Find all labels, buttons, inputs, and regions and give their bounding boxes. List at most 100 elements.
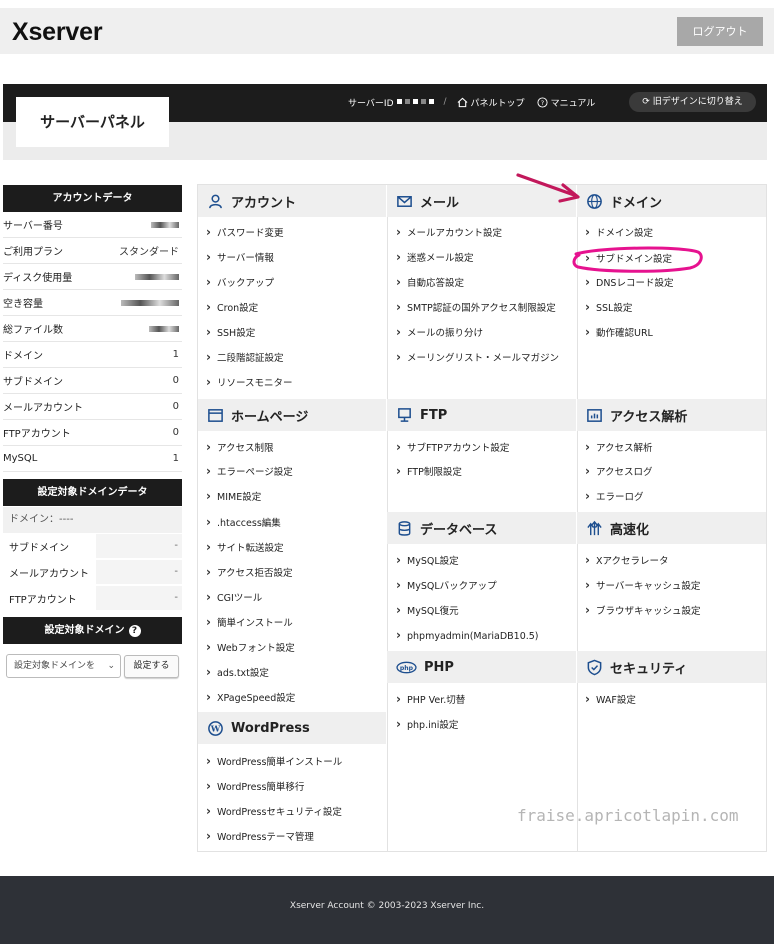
menu-item-two-factor[interactable]: 二段階認証設定 [206,350,284,364]
menu-item-spam[interactable]: 迷惑メール設定 [396,250,474,264]
menu-item-wp-easy-install[interactable]: WordPress簡単インストール [206,754,342,768]
section-access-analysis: アクセス解析 [577,399,766,431]
menu-item-htaccess[interactable]: .htaccess編集 [206,515,281,529]
menu-item-access-deny[interactable]: アクセス拒否設定 [206,565,293,579]
manual-link[interactable]: ? マニュアル [537,96,596,109]
menu-item-check-url[interactable]: 動作確認URL [585,325,653,339]
menu-item-dns-record[interactable]: DNSレコード設定 [585,275,673,289]
menu-item-wp-security[interactable]: WordPressセキュリティ設定 [206,804,342,818]
menu-item-ssl[interactable]: SSL設定 [585,300,632,314]
menu-item-ftp-restriction[interactable]: FTP制限設定 [396,464,462,478]
monitor-icon [398,407,411,422]
xserver-logo[interactable]: Xserver [12,18,103,47]
domain-row-ftp-account: FTPアカウント - [3,585,182,611]
target-domain-select[interactable]: 設定対象ドメインを ⌄ [6,654,121,678]
menu-item-site-redirect[interactable]: サイト転送設定 [206,540,284,554]
menu-item-mail-account[interactable]: メールアカウント設定 [396,225,502,239]
svg-text:W: W [210,724,221,734]
menu-item-x-accelerator[interactable]: Xアクセラレータ [585,553,669,567]
redacted-value [149,325,179,332]
menu-item-backup[interactable]: バックアップ [206,275,274,289]
section-security: セキュリティ [577,651,766,683]
redacted-value [135,273,179,280]
domain-row-subdomain: サブドメイン - [3,533,182,559]
menu-item-error-log[interactable]: エラーログ [585,489,644,503]
menu-item-browser-cache[interactable]: ブラウザキャッシュ設定 [585,603,701,617]
refresh-icon: ⟳ [642,97,653,107]
section-account: アカウント [198,185,386,217]
logout-button[interactable]: ログアウト [677,17,763,46]
menu-item-ads-txt[interactable]: ads.txt設定 [206,665,269,679]
panel-nav: サーバーID / パネルトップ ? マニュアル [348,95,595,109]
menu-item-server-info[interactable]: サーバー情報 [206,250,274,264]
chevron-down-icon: ⌄ [107,661,115,671]
menu-item-cron[interactable]: Cron設定 [206,300,258,314]
svg-text:php: php [400,664,414,671]
server-id-label: サーバーID [348,98,394,109]
account-row-server-number: サーバー番号 [3,212,182,238]
watermark: fraise.apricotlapin.com [517,806,739,825]
browser-window-icon [208,408,223,422]
panel-title: サーバーパネル [16,97,169,147]
menu-item-access-analysis[interactable]: アクセス解析 [585,440,653,454]
menu-item-mail-filter[interactable]: メールの振り分け [396,325,483,339]
menu-item-phpmyadmin[interactable]: phpmyadmin(MariaDB10.5) [396,628,539,642]
account-row-disk-usage: ディスク使用量 [3,264,182,290]
bar-chart-icon [587,408,602,422]
menu-item-php-ini[interactable]: php.ini設定 [396,717,458,731]
globe-icon [587,193,602,209]
svg-text:?: ? [540,98,543,106]
menu-item-wp-theme[interactable]: WordPressテーマ管理 [206,829,314,843]
menu-item-sub-ftp[interactable]: サブFTPアカウント設定 [396,440,509,454]
menu-item-mysql-restore[interactable]: MySQL復元 [396,603,459,617]
server-id-mask [394,97,434,107]
footer: Xserver Account © 2003-2023 Xserver Inc. [0,876,774,944]
section-speed: 高速化 [577,512,766,544]
account-row-file-count: 総ファイル数 [3,316,182,342]
menu-item-wp-migration[interactable]: WordPress簡単移行 [206,779,304,793]
wordpress-icon: W [208,720,223,736]
menu-item-server-cache[interactable]: サーバーキャッシュ設定 [585,578,700,592]
old-design-button[interactable]: ⟳ 旧デザインに切り替え [629,92,756,112]
menu-item-password-change[interactable]: パスワード変更 [206,225,284,239]
panel-top-label: パネルトップ [470,98,525,109]
menu-item-error-page[interactable]: エラーページ設定 [206,464,293,478]
menu-item-mailing-list[interactable]: メーリングリスト・メールマガジン [396,350,559,364]
current-domain-label: ドメイン：---- [3,507,182,533]
menu-item-ssh[interactable]: SSH設定 [206,325,255,339]
menu-item-xpagespeed[interactable]: XPageSpeed設定 [206,690,295,704]
menu-item-domain-settings[interactable]: ドメイン設定 [585,225,653,239]
account-data-header: アカウントデータ [3,185,182,212]
menu-item-php-version[interactable]: PHP Ver.切替 [396,692,465,706]
help-icon[interactable]: ? [128,625,141,637]
menu-item-mysql-settings[interactable]: MySQL設定 [396,553,459,567]
menu-item-access-log[interactable]: アクセスログ [585,464,653,478]
copyright-text: Xserver Account © 2003-2023 Xserver Inc. [289,901,485,911]
manual-label: マニュアル [550,98,596,109]
account-row-ftp-account: FTPアカウント 0 [3,420,182,446]
redacted-value [151,221,179,228]
menu-item-access-restriction[interactable]: アクセス制限 [206,440,274,454]
domain-data-header: 設定対象ドメインデータ [3,479,182,506]
annotation-highlight-circle [572,246,703,273]
shield-icon [587,659,602,675]
menu-item-auto-reply[interactable]: 自動応答設定 [396,275,464,289]
account-row-plan: ご利用プラン スタンダード [3,238,182,264]
menu-item-easy-install[interactable]: 簡単インストール [206,615,293,629]
menu-item-mime[interactable]: MIME設定 [206,489,261,503]
section-homepage: ホームページ [198,399,386,431]
target-domain-header: 設定対象ドメイン? [3,617,182,644]
user-icon [209,194,222,208]
help-circle-icon: ? [537,96,548,108]
menu-item-resource-monitor[interactable]: リソースモニター [206,375,293,389]
section-php: php PHP [387,651,576,683]
menu-item-web-font[interactable]: Webフォント設定 [206,640,295,654]
set-domain-button[interactable]: 設定する [124,655,179,678]
section-database: データベース [387,512,576,544]
account-row-domain: ドメイン 1 [3,342,182,368]
menu-item-mysql-backup[interactable]: MySQLバックアップ [396,578,497,592]
menu-item-waf[interactable]: WAF設定 [585,692,636,706]
panel-top-link[interactable]: パネルトップ [457,96,525,109]
menu-item-smtp-restriction[interactable]: SMTP認証の国外アクセス制限設定 [396,300,556,314]
menu-item-cgi-tool[interactable]: CGIツール [206,590,262,604]
